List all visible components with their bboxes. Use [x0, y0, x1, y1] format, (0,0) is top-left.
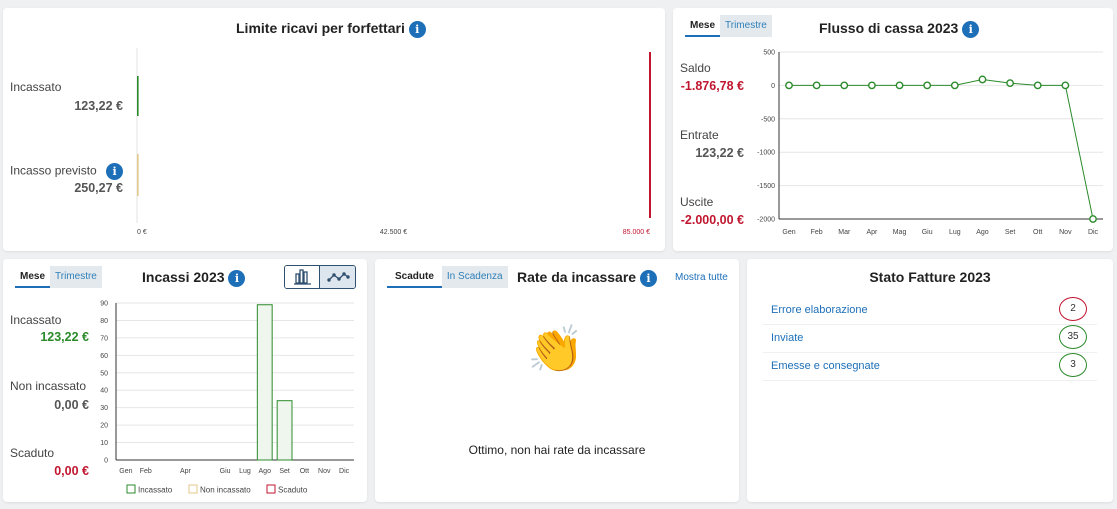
data-point: [1033, 81, 1042, 90]
incassi-card: Mese Trimestre Incassi 2023 i Incassato …: [3, 259, 367, 502]
x-tick-label: Giu: [922, 229, 933, 236]
legend-swatch: [188, 484, 198, 494]
x-tick-label: 85.000 €: [623, 229, 650, 236]
bar-incassato: [276, 400, 293, 461]
limite-chart: 0 € 42.500 € 85.000 €: [136, 48, 651, 236]
status-label: Errore elaborazione: [771, 304, 868, 316]
x-tick-label: Feb: [811, 229, 823, 236]
stato-fatture-card: Stato Fatture 2023 Errore elaborazione 2…: [747, 259, 1113, 502]
y-tick-label: 30: [100, 405, 108, 412]
y-tick-label: 40: [100, 388, 108, 395]
x-tick-label: 42.500 €: [380, 229, 407, 236]
rate-title: Rate da incassare: [517, 269, 637, 285]
x-tick-label: Gen: [119, 468, 132, 475]
y-tick-label: 60: [100, 353, 108, 360]
y-tick-label: -1000: [757, 150, 775, 157]
flusso-chart: 500 0 -500 -1000 -1500 -2000 Gen Feb Mar Apr Mag Gi…: [757, 50, 1103, 236]
limite-ricavi-card: Limite ricavi per forfettari i Incassato…: [3, 8, 665, 251]
data-point: [1006, 79, 1014, 88]
info-icon[interactable]: i: [639, 269, 657, 287]
data-point: [978, 75, 987, 84]
cash-flow-line: [789, 78, 1094, 220]
x-tick-label: 0 €: [137, 229, 147, 236]
x-tick-label: Gen: [782, 229, 795, 236]
x-tick-label: Feb: [140, 468, 152, 475]
flusso-cassa-card: Mese Trimestre Flusso di cassa 2023 i Sa…: [673, 8, 1113, 251]
x-tick-label: Ago: [259, 468, 272, 475]
bar-incassato: [137, 76, 139, 116]
y-tick-label: 70: [100, 335, 108, 342]
data-point: [1089, 215, 1097, 223]
clapping-hands-icon: 👏: [527, 322, 585, 376]
tab-scadute[interactable]: Scadute: [387, 266, 442, 288]
status-label: Inviate: [771, 332, 804, 344]
data-point: [868, 81, 876, 90]
bar-incassato: [256, 304, 273, 461]
x-tick-label: Dic: [1088, 229, 1099, 236]
y-tick-label: -500: [761, 116, 775, 123]
y-tick-label: 10: [100, 440, 108, 447]
rate-toggle: Scadute In Scadenza: [387, 266, 508, 288]
x-tick-label: Ott: [1033, 229, 1042, 236]
x-tick-label: Dic: [339, 468, 350, 475]
status-label: Emesse e consegnate: [771, 360, 880, 372]
legend-swatch: [266, 484, 276, 494]
y-tick-label: 0: [104, 458, 108, 465]
data-point: [1061, 81, 1070, 90]
x-tick-label: Lug: [949, 229, 961, 236]
stato-fatture-title: Stato Fatture 2023: [869, 269, 991, 285]
status-row-emesse[interactable]: Emesse e consegnate 3: [763, 353, 1097, 381]
status-row-errore[interactable]: Errore elaborazione 2: [763, 297, 1097, 325]
data-point: [950, 81, 959, 90]
legend-swatch: [126, 484, 136, 494]
y-tick-label: -1500: [757, 183, 775, 190]
mostra-tutte-link[interactable]: Mostra tutte: [675, 272, 728, 283]
x-tick-label: Mag: [893, 229, 907, 236]
status-row-inviate[interactable]: Inviate 35: [763, 325, 1097, 353]
x-tick-label: Apr: [180, 468, 192, 475]
x-tick-label: Nov: [1059, 229, 1072, 236]
y-tick-label: 500: [763, 50, 775, 57]
status-count-badge: 2: [1059, 297, 1087, 321]
x-tick-label: Giu: [220, 468, 231, 475]
y-tick-label: 0: [771, 83, 775, 90]
legend-label: Non incassato: [200, 486, 251, 495]
y-tick-label: 20: [100, 423, 108, 430]
x-tick-label: Mar: [838, 229, 851, 236]
x-tick-label: Ago: [976, 229, 989, 236]
x-tick-label: Apr: [866, 229, 878, 236]
data-point: [812, 81, 821, 90]
x-tick-label: Nov: [318, 468, 331, 475]
y-tick-label: 50: [100, 370, 108, 377]
bar-incasso-previsto: [137, 154, 139, 196]
status-count-badge: 3: [1059, 353, 1087, 377]
status-count-badge: 35: [1059, 325, 1087, 349]
x-tick-label: Ott: [300, 468, 309, 475]
rate-card: Scadute In Scadenza Rate da incassare i …: [375, 259, 739, 502]
rate-title-wrap: Rate da incassare i: [517, 269, 657, 287]
x-tick-label: Set: [1005, 229, 1016, 236]
legend-label: Incassato: [138, 486, 173, 495]
y-tick-label: 80: [100, 318, 108, 325]
data-point: [923, 81, 932, 90]
x-tick-label: Set: [279, 468, 290, 475]
y-tick-label: 90: [100, 301, 108, 308]
legend-label: Scaduto: [278, 486, 308, 495]
y-tick-label: -2000: [757, 217, 775, 224]
tab-in-scadenza[interactable]: In Scadenza: [441, 266, 508, 288]
data-point: [840, 81, 849, 90]
data-point: [895, 81, 904, 90]
incassi-chart: 90 80 70 60 50 40 30 20 10 0 Gen Feb Apr Giu Lug Ago Set…: [100, 301, 354, 495]
x-tick-label: Lug: [239, 468, 251, 475]
data-point: [785, 81, 793, 90]
empty-message: Ottimo, non hai rate da incassare: [468, 443, 646, 457]
